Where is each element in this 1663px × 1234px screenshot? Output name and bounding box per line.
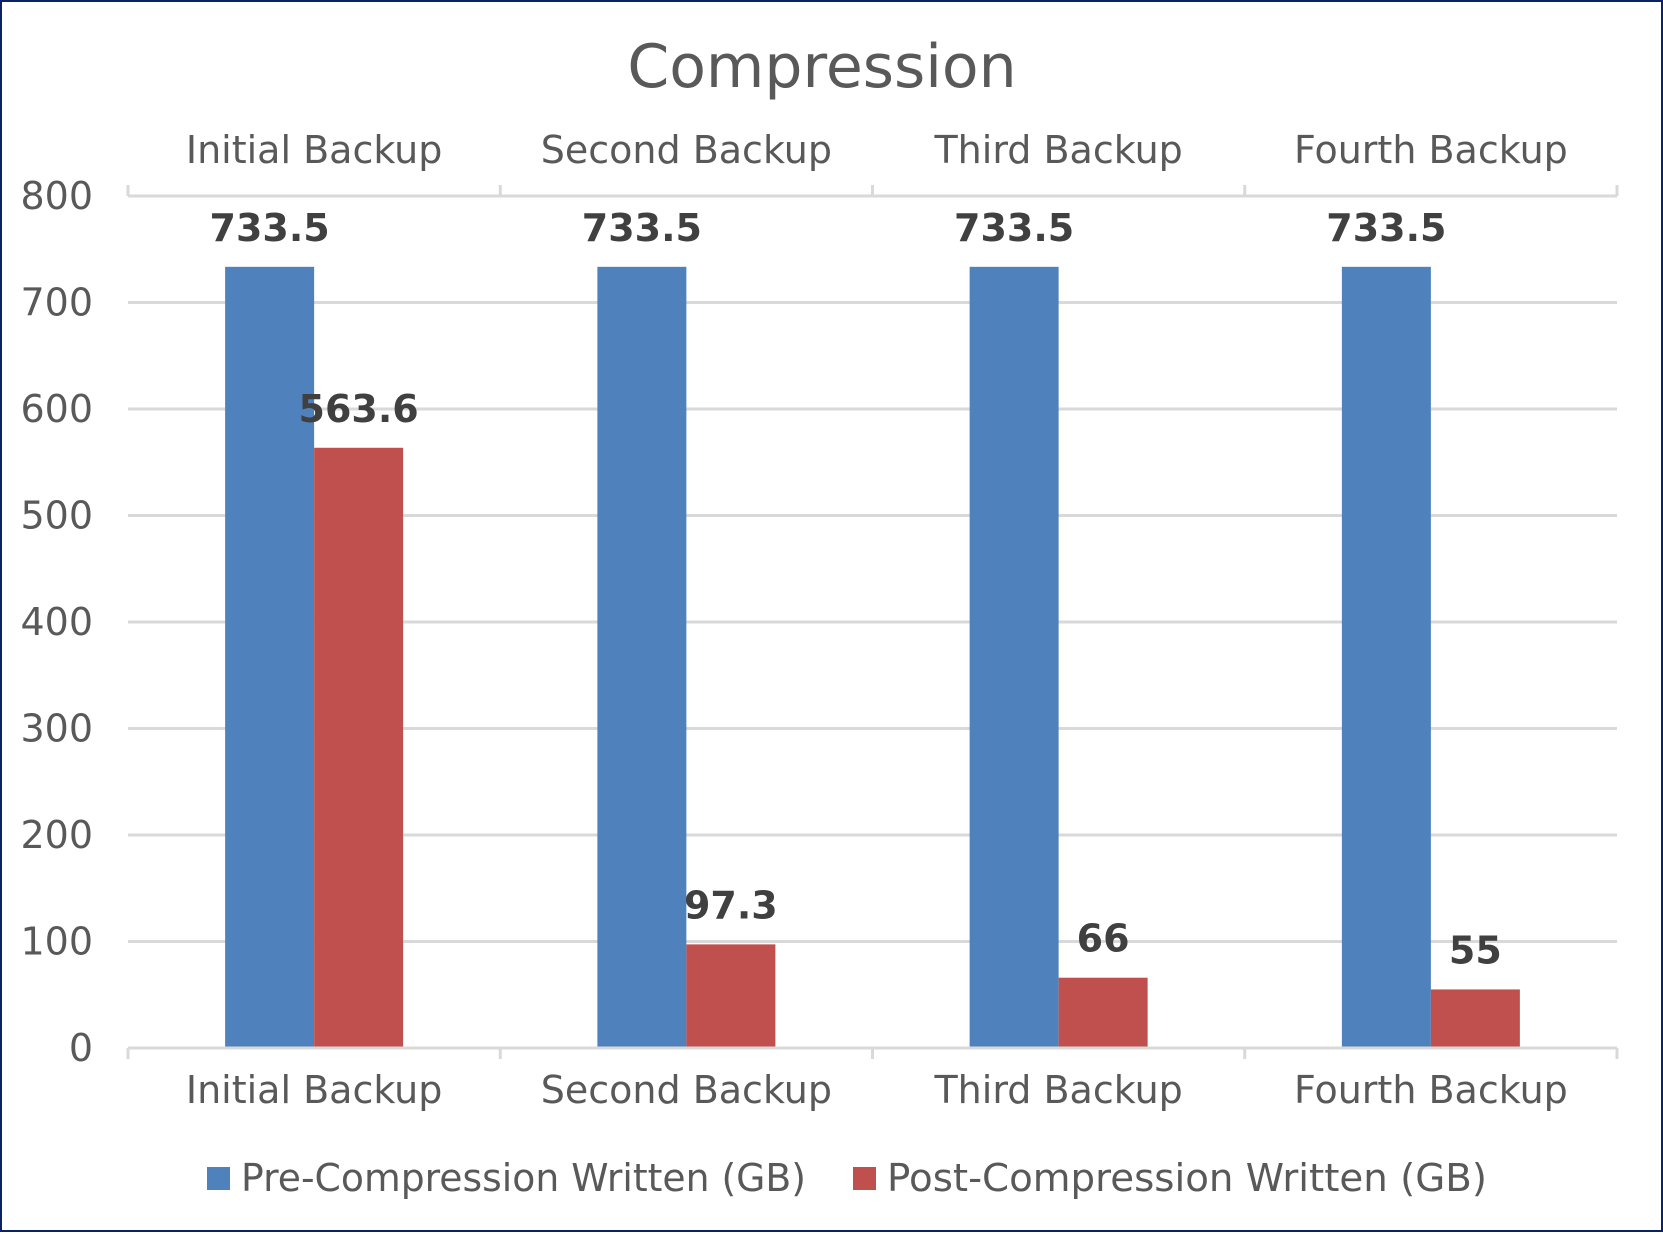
y-tick-label: 100	[20, 920, 93, 964]
chart-frame: Compression 0 100 200 300 400 500 600 700 800 In…	[0, 0, 1663, 1232]
y-tick-label: 300	[20, 707, 93, 751]
data-label: 733.5	[210, 206, 330, 250]
data-label: 563.6	[299, 387, 419, 431]
bar-post-0	[314, 447, 404, 1048]
legend-item-pre: Pre-Compression Written (GB)	[207, 1156, 806, 1200]
y-tick-label: 700	[20, 281, 93, 325]
bar-pre-1	[597, 266, 687, 1048]
category-label-top: Initial Backup	[186, 128, 443, 172]
y-tick-label: 400	[20, 600, 93, 644]
y-tick-label: 600	[20, 387, 93, 431]
data-labels: 733.5 563.6 733.5 97.3 733.5 66 733.5 55	[210, 206, 1502, 973]
bar-pre-0	[225, 266, 315, 1048]
data-label: 733.5	[1326, 206, 1446, 250]
bars	[225, 266, 1520, 1048]
chart-title: Compression	[627, 32, 1016, 102]
y-tick-label: 800	[20, 174, 93, 218]
bar-post-2	[1058, 977, 1148, 1048]
legend-label: Post-Compression Written (GB)	[887, 1156, 1487, 1200]
bar-chart: Compression 0 100 200 300 400 500 600 700 800 In…	[20, 32, 1619, 1200]
category-label-top: Fourth Backup	[1294, 128, 1568, 172]
data-label: 733.5	[954, 206, 1074, 250]
category-label-top: Second Backup	[541, 128, 832, 172]
legend-label: Pre-Compression Written (GB)	[241, 1156, 806, 1200]
data-label: 733.5	[582, 206, 702, 250]
legend-item-post: Post-Compression Written (GB)	[853, 1156, 1487, 1200]
category-label-bottom: Second Backup	[541, 1068, 832, 1112]
bar-pre-3	[1341, 266, 1431, 1048]
legend: Pre-Compression Written (GB) Post-Compres…	[207, 1156, 1487, 1200]
category-labels-bottom: Initial Backup Second Backup Third Backup F…	[186, 1068, 1568, 1112]
bar-pre-2	[969, 266, 1059, 1048]
y-tick-label: 200	[20, 813, 93, 857]
category-label-bottom: Fourth Backup	[1294, 1068, 1568, 1112]
bar-post-1	[686, 944, 776, 1048]
legend-swatch	[853, 1167, 876, 1190]
data-label: 66	[1077, 917, 1130, 961]
data-label: 97.3	[684, 883, 778, 927]
y-axis-ticks: 0 100 200 300 400 500 600 700 800	[20, 174, 93, 1070]
y-tick-label: 0	[69, 1026, 93, 1070]
category-label-bottom: Third Backup	[933, 1068, 1182, 1112]
category-label-bottom: Initial Backup	[186, 1068, 443, 1112]
y-tick-label: 500	[20, 494, 93, 538]
legend-swatch	[207, 1167, 230, 1190]
category-labels-top: Initial Backup Second Backup Third Backup F…	[186, 128, 1568, 172]
category-label-top: Third Backup	[933, 128, 1182, 172]
data-label: 55	[1449, 928, 1502, 972]
bar-post-3	[1430, 989, 1520, 1048]
